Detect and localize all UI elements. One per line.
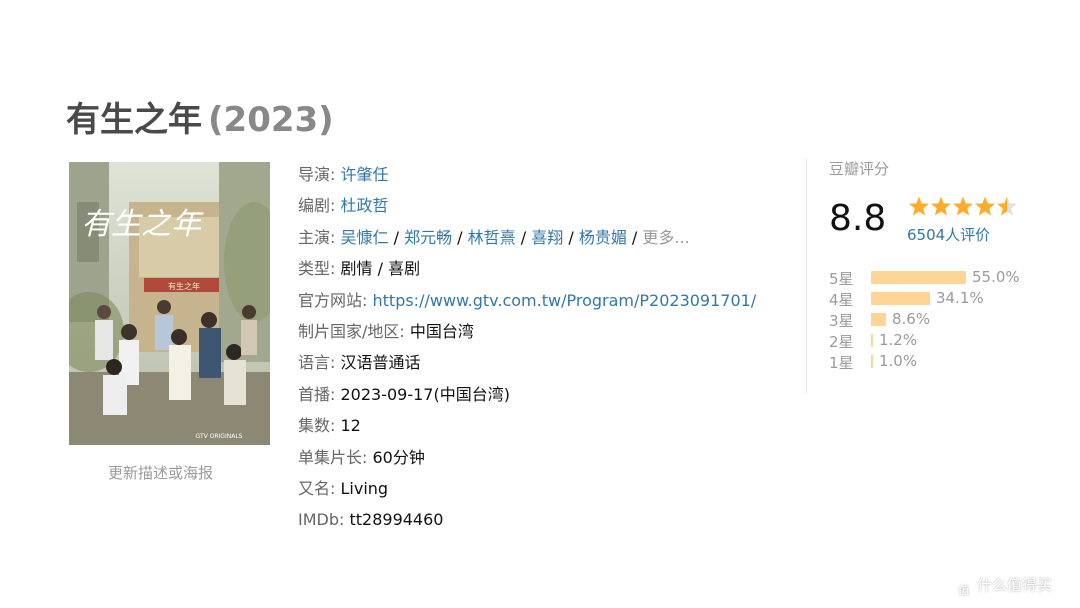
writer-link[interactable]: 杜政哲 xyxy=(341,196,389,215)
rating-percent: 1.0% xyxy=(879,352,918,370)
country-row: 制片国家/地区: 中国台湾 xyxy=(298,321,474,341)
rating-percent: 8.6% xyxy=(892,310,931,328)
aka-value: Living xyxy=(340,478,389,498)
poster-image[interactable]: 有生之年 有生之年 GTV ORIGINALS xyxy=(69,162,270,445)
rating-bar xyxy=(871,271,966,284)
rating-row-label: 1星 xyxy=(829,354,854,372)
director-row: 导演: 许肇任 xyxy=(298,165,389,184)
movie-year: (2023) xyxy=(208,100,334,140)
runtime-row: 单集片长: 60分钟 xyxy=(298,447,425,467)
douban-rating-panel: 豆瓣评分 8.8 6504人评价 xyxy=(829,158,1049,244)
rating-percent: 34.1% xyxy=(936,289,984,307)
language-label: 语言 xyxy=(298,353,331,373)
runtime-value: 60分钟 xyxy=(372,447,425,467)
cast-link[interactable]: 林哲熹 xyxy=(468,228,516,247)
cast-link[interactable]: 喜翔 xyxy=(531,228,563,247)
aka-label: 又名 xyxy=(298,478,331,498)
writer-row: 编剧: 杜政哲 xyxy=(298,196,389,216)
director-link[interactable]: 许肇任 xyxy=(341,165,389,184)
rating-row-label: 2星 xyxy=(829,333,854,351)
rating-row-label: 5星 xyxy=(829,270,854,288)
watermark-logo-icon: 值 xyxy=(955,580,973,598)
poster-title-art: 有生之年 xyxy=(81,207,204,242)
info-panel: 导演: 许肇任 编剧: 杜政哲 主演: 吴慷仁 / 郑元畅 / 林哲熹 / 喜翔… xyxy=(298,159,756,536)
imdb-label: IMDb xyxy=(298,510,339,530)
cast-more-link[interactable]: 更多... xyxy=(642,228,689,247)
rating-row-label: 4星 xyxy=(829,291,854,309)
language-row: 语言: 汉语普通话 xyxy=(298,353,421,373)
cast-label: 主演 xyxy=(298,227,331,247)
rating-bar xyxy=(871,355,873,368)
official-site-row: 官方网站: https://www.gtv.com.tw/Program/P20… xyxy=(298,290,757,310)
episodes-value: 12 xyxy=(340,416,361,436)
genre-label: 类型 xyxy=(298,259,331,279)
language-value: 汉语普通话 xyxy=(340,353,421,373)
poster-bottom-text: GTV ORIGINALS xyxy=(196,433,243,440)
page-title: 有生之年 (2023) xyxy=(66,92,334,141)
rating-label: 豆瓣评分 xyxy=(829,160,890,178)
premiere-row: 首播: 2023-09-17(中国台湾) xyxy=(298,384,510,404)
rating-bar xyxy=(871,334,873,347)
rating-stars xyxy=(908,196,1020,222)
star-icon xyxy=(975,196,995,216)
premiere-label: 首播 xyxy=(298,384,331,404)
imdb-row: IMDb: tt28994460 xyxy=(298,510,444,530)
genre-value: 剧情 xyxy=(340,259,373,279)
cast-row: 主演: 吴慷仁 / 郑元畅 / 林哲熹 / 喜翔 / 杨贵媚 / 更多... xyxy=(298,227,690,247)
rating-score: 8.8 xyxy=(829,198,887,239)
svg-text:有生之年: 有生之年 xyxy=(168,281,200,291)
star-icon xyxy=(931,196,951,216)
genre-row: 类型: 剧情 / 喜剧 xyxy=(298,259,421,279)
country-value: 中国台湾 xyxy=(409,321,474,341)
watermark: 值什么值得买 xyxy=(955,574,1052,598)
rating-row-label: 3星 xyxy=(829,312,854,330)
official-site-label: 官方网站 xyxy=(298,290,363,310)
episodes-label: 集数 xyxy=(298,416,331,436)
cast-link[interactable]: 杨贵媚 xyxy=(579,228,627,247)
rating-count-link[interactable]: 6504人评价 xyxy=(907,224,990,245)
genre-value: 喜剧 xyxy=(388,259,421,279)
country-label: 制片国家/地区 xyxy=(298,321,400,341)
director-label: 导演 xyxy=(298,165,331,184)
watermark-text: 什么值得买 xyxy=(977,576,1053,594)
section-divider xyxy=(806,158,807,394)
aka-row: 又名: Living xyxy=(298,478,389,498)
star-icon xyxy=(909,196,929,216)
rating-percent: 55.0% xyxy=(972,268,1020,286)
writer-label: 编剧 xyxy=(298,196,331,216)
rating-bar xyxy=(871,292,930,305)
rating-bar xyxy=(871,313,886,326)
premiere-value: 2023-09-17(中国台湾) xyxy=(340,384,510,404)
cast-link[interactable]: 吴慷仁 xyxy=(341,228,389,247)
movie-title: 有生之年 xyxy=(66,100,202,140)
episodes-row: 集数: 12 xyxy=(298,416,361,436)
imdb-value: tt28994460 xyxy=(349,510,444,530)
runtime-label: 单集片长 xyxy=(298,447,363,467)
rating-percent: 1.2% xyxy=(879,331,918,349)
update-description-link[interactable]: 更新描述或海报 xyxy=(108,462,213,483)
star-icon xyxy=(997,196,1017,216)
cast-link[interactable]: 郑元畅 xyxy=(404,228,452,247)
star-icon xyxy=(953,196,973,216)
official-site-link[interactable]: https://www.gtv.com.tw/Program/P20230917… xyxy=(373,291,757,310)
